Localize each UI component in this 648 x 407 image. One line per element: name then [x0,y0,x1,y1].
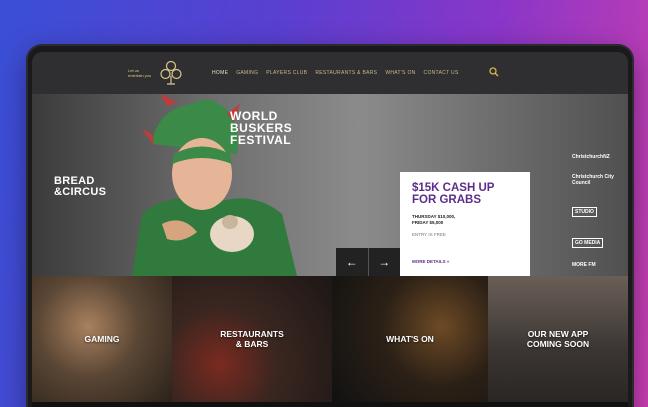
sponsor-city-council: Christchurch City Council [572,174,614,186]
more-details-link[interactable]: MORE DETAILS » [412,259,449,264]
slider-controls: ← → [336,248,400,276]
website-screen: Let us entertain you Home Gaming Players… [32,52,628,407]
logo-tagline: Let us entertain you [128,68,152,78]
promo-prize: THURSDAY $10,000, FRIDAY $5,000 [412,214,518,226]
tile-gaming[interactable]: GAMING [32,276,172,402]
search-icon[interactable] [489,67,499,77]
promo-prize-friday: FRIDAY $5,000 [412,220,444,225]
top-nav: Let us entertain you Home Gaming Players… [32,52,628,94]
arrow-left-icon[interactable]: ← [336,248,369,276]
tile-gaming-label: GAMING [84,334,120,344]
laptop-frame: Let us entertain you Home Gaming Players… [28,46,632,407]
tile-restaurants-label: RESTAURANTS & BARS [220,329,284,349]
tile-new-app-label: OUR NEW APP COMING SOON [526,329,590,349]
tile-restaurants-bars[interactable]: RESTAURANTS & BARS [172,276,332,402]
sponsor-christchurchnz: ChristchurchNZ [572,154,610,160]
promo-entry: ENTRY IS FREE [412,232,446,237]
sponsor-logos: ChristchurchNZ Christchurch City Council… [572,154,626,276]
sponsor-go-media: GO MEDIA [572,238,604,248]
festival-title: WORLD BUSKERS FESTIVAL [230,109,293,147]
tile-whats-on[interactable]: WHAT'S ON [332,276,488,402]
hero-banner: BREAD &CIRCUS WORLD BUSKERS FESTIVAL $15… [32,94,628,276]
nav-item-contact-us[interactable]: Contact Us [424,70,459,76]
main-menu: Home Gaming Players Club Restaurants & B… [212,70,459,76]
logo[interactable]: Let us entertain you [128,60,182,86]
promo-card: $15K CASH UP FOR GRABS THURSDAY $10,000,… [400,172,530,276]
nav-item-gaming[interactable]: Gaming [236,70,258,76]
sponsor-more-fm: MORE FM [572,262,596,268]
nav-item-players-club[interactable]: Players Club [266,70,307,76]
club-logo-icon [160,60,182,85]
arrow-right-icon[interactable]: → [369,248,401,276]
category-tiles: GAMING RESTAURANTS & BARS WHAT'S ON OUR … [32,276,628,402]
nav-item-whats-on[interactable]: What's On [385,70,415,76]
nav-item-home[interactable]: Home [212,70,228,76]
bread-circus-logo: BREAD &CIRCUS [54,175,107,198]
promo-title: $15K CASH UP FOR GRABS [412,182,495,206]
nav-item-restaurants-bars[interactable]: Restaurants & Bars [315,70,377,76]
sponsor-studio: STUDIO [572,207,597,217]
tile-new-app[interactable]: OUR NEW APP COMING SOON [488,276,628,402]
tile-whats-on-label: WHAT'S ON [386,334,434,344]
